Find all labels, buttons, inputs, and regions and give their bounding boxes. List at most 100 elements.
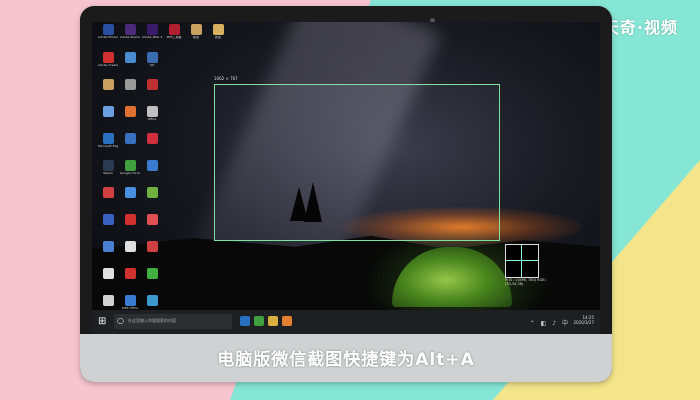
pdf-icon bbox=[168, 24, 180, 35]
app-icon bbox=[102, 187, 114, 198]
caption-subtitle: 电脑版微信截图快捷键为Alt+A bbox=[217, 350, 475, 370]
app-icon bbox=[124, 106, 136, 117]
desktop-screen: 1062 × 767 POS : (1096, 780) RGB : (33,3… bbox=[92, 22, 600, 334]
desktop-icon[interactable] bbox=[98, 214, 118, 240]
photoshop-icon bbox=[102, 24, 114, 35]
desktop-icon-label: QQ bbox=[149, 64, 155, 67]
desktop-icon[interactable] bbox=[98, 241, 118, 267]
folder-icon bbox=[190, 24, 202, 35]
desktop-icon-label: Adobe Premiere P... bbox=[120, 36, 140, 39]
app-icon bbox=[146, 79, 158, 90]
desktop-icon-label: Microsoft Edge bbox=[98, 145, 118, 148]
search-icon: ○ bbox=[117, 316, 124, 325]
selection-size-label: 1062 × 767 bbox=[214, 76, 238, 81]
desktop-icon[interactable]: PDF工具箱 bbox=[164, 24, 184, 50]
explorer-icon[interactable] bbox=[268, 316, 278, 326]
desktop-icon[interactable]: Adobe Premiere P... bbox=[120, 24, 140, 50]
desktop-icon-label: Steam bbox=[103, 172, 113, 175]
desktop-icon[interactable] bbox=[120, 187, 140, 213]
desktop-icon-label: Adobe After Effects CC bbox=[142, 36, 162, 39]
desktop-icon-label: Google Chrome bbox=[120, 172, 140, 175]
desktop-icon[interactable]: Adobe Photosh... bbox=[98, 24, 118, 50]
desktop-icon-label: Adobe Photosh... bbox=[98, 36, 118, 39]
desktop-icon[interactable] bbox=[142, 241, 162, 267]
desktop-icon[interactable] bbox=[120, 268, 140, 294]
desktop-icon[interactable] bbox=[142, 214, 162, 240]
app-icon bbox=[146, 241, 158, 252]
desktop-icon[interactable]: Microsoft Edge bbox=[98, 133, 118, 159]
desktop-icon[interactable] bbox=[142, 268, 162, 294]
app-icon bbox=[146, 133, 158, 144]
after-effects-icon bbox=[146, 24, 158, 35]
desktop-icon-label: 新建 bbox=[214, 36, 221, 39]
app-icon bbox=[102, 268, 114, 279]
folder-icon bbox=[212, 24, 224, 35]
desktop-icon-label: PDF工具箱 bbox=[166, 36, 182, 39]
desktop-icon[interactable] bbox=[120, 106, 140, 132]
desktop-icon[interactable] bbox=[98, 268, 118, 294]
steam-icon bbox=[102, 160, 114, 171]
desktop-icon[interactable]: Steam bbox=[98, 160, 118, 186]
wechat-icon bbox=[146, 268, 158, 279]
app-icon[interactable] bbox=[282, 316, 292, 326]
desktop-icon[interactable] bbox=[120, 79, 140, 105]
desktop-icon[interactable] bbox=[98, 106, 118, 132]
app-icon bbox=[124, 187, 136, 198]
app-icon bbox=[124, 133, 136, 144]
qq-icon bbox=[146, 52, 158, 63]
desktop-icon[interactable]: Adobe Create... bbox=[98, 52, 118, 78]
desktop-icon[interactable]: Office bbox=[142, 106, 162, 132]
desktop-icon[interactable] bbox=[142, 79, 162, 105]
desktop-icon-label: 新建 bbox=[192, 36, 199, 39]
app-icon bbox=[146, 214, 158, 225]
desktop-icon[interactable]: 新建 bbox=[208, 24, 228, 50]
edge-icon[interactable] bbox=[240, 316, 250, 326]
windows-start-icon[interactable]: ⊞ bbox=[98, 316, 110, 328]
clock[interactable]: 14:25 2020/3/27 bbox=[573, 315, 594, 325]
app-icon bbox=[124, 52, 136, 63]
app-icon bbox=[102, 106, 114, 117]
office-icon bbox=[146, 106, 158, 117]
system-tray-icons[interactable]: ⌃ ◧ ♪ 中 bbox=[530, 318, 570, 327]
app-icon bbox=[102, 295, 114, 306]
magnifier-preview bbox=[505, 244, 539, 278]
app-icon bbox=[124, 241, 136, 252]
app-icon bbox=[146, 187, 158, 198]
desktop-icon[interactable] bbox=[120, 133, 140, 159]
desktop-icon[interactable] bbox=[98, 79, 118, 105]
desktop-icon[interactable]: QQ bbox=[142, 52, 162, 78]
screenshot-selection[interactable] bbox=[214, 84, 500, 241]
file-icon bbox=[124, 79, 136, 90]
taskbar: ⊞ ○ 在这里输入你要搜索的内容 ⌃ ◧ ♪ 中 14:25 2020/3/27 bbox=[92, 310, 600, 334]
desktop-icon-label: Office bbox=[147, 118, 157, 121]
search-placeholder: 在这里输入你要搜索的内容 bbox=[128, 318, 176, 323]
chrome-icon bbox=[124, 160, 136, 171]
folder-icon bbox=[102, 79, 114, 90]
desktop-icon[interactable]: 新建 bbox=[186, 24, 206, 50]
desktop-icon[interactable] bbox=[120, 52, 140, 78]
app-icon bbox=[102, 214, 114, 225]
premiere-icon bbox=[124, 24, 136, 35]
desktop-icon[interactable] bbox=[120, 241, 140, 267]
creative-cloud-icon bbox=[102, 52, 114, 63]
app-icon bbox=[124, 214, 136, 225]
desktop-icon[interactable] bbox=[142, 187, 162, 213]
app-icon bbox=[102, 241, 114, 252]
search-input[interactable]: ○ 在这里输入你要搜索的内容 bbox=[114, 314, 232, 329]
app-icon bbox=[146, 295, 158, 306]
desktop-icon[interactable] bbox=[142, 160, 162, 186]
wps-office-icon bbox=[124, 295, 136, 306]
chrome-icon[interactable] bbox=[254, 316, 264, 326]
desktop-icon[interactable] bbox=[98, 187, 118, 213]
edge-icon bbox=[102, 133, 114, 144]
brand-watermark: 天奇·视频 bbox=[602, 18, 678, 37]
cursor-position-label: POS : (1096, 780) RGB : (33,34,36) bbox=[505, 278, 547, 286]
desktop-icon-label: Adobe Create... bbox=[98, 64, 118, 67]
desktop-icon[interactable]: Google Chrome bbox=[120, 160, 140, 186]
app-icon bbox=[146, 160, 158, 171]
desktop-icon[interactable] bbox=[120, 214, 140, 240]
desktop-icon[interactable] bbox=[142, 133, 162, 159]
wps-icon bbox=[124, 268, 136, 279]
clock-date: 2020/3/27 bbox=[573, 320, 594, 325]
desktop-icon[interactable]: Adobe After Effects CC bbox=[142, 24, 162, 50]
